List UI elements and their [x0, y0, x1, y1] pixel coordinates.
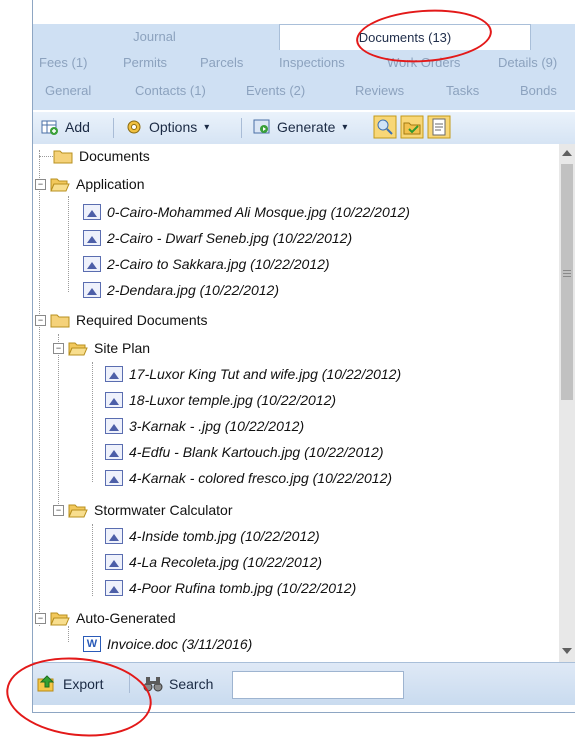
image-file-icon	[83, 204, 101, 220]
list-item[interactable]: 3-Karnak - .jpg (10/22/2012)	[105, 414, 304, 438]
image-file-icon	[105, 554, 123, 570]
folder-check-icon	[400, 115, 424, 139]
tab-permits[interactable]: Permits	[123, 55, 167, 70]
open-folder-icon	[50, 178, 70, 191]
add-button[interactable]: Add	[41, 118, 90, 136]
list-item[interactable]: 18-Luxor temple.jpg (10/22/2012)	[105, 388, 336, 412]
folder-icon	[50, 314, 70, 327]
scroll-down-icon[interactable]	[562, 648, 572, 654]
toolbar: Add Options ▾ Generate ▾	[33, 112, 575, 145]
collapse-icon[interactable]: −	[35, 612, 46, 624]
generate-dropdown-icon: ▾	[342, 121, 348, 133]
grip-icon	[563, 270, 571, 271]
tab-fees[interactable]: Fees (1)	[39, 55, 87, 70]
list-item[interactable]: 4-La Recoleta.jpg (10/22/2012)	[105, 550, 322, 574]
options-button-label: Options	[149, 119, 198, 135]
list-item[interactable]: 4-Poor Rufina tomb.jpg (10/22/2012)	[105, 576, 356, 600]
collapse-icon[interactable]: −	[53, 504, 64, 516]
tab-row-1: Fees (1) Permits Parcels Inspections Wor…	[33, 52, 575, 74]
scrollbar-thumb[interactable]	[561, 164, 573, 400]
tab-events[interactable]: Events (2)	[246, 83, 305, 98]
tab-details[interactable]: Details (9)	[498, 55, 557, 70]
tab-inspections[interactable]: Inspections	[279, 55, 345, 70]
tree-node-site-plan[interactable]: − Site Plan	[53, 336, 150, 360]
tree-connector	[39, 150, 40, 626]
list-item[interactable]: W Invoice.doc (3/11/2016)	[83, 632, 252, 656]
generate-button-label: Generate	[277, 119, 336, 135]
tree-connector	[92, 524, 93, 596]
image-file-icon	[105, 580, 123, 596]
tab-parcels[interactable]: Parcels	[200, 55, 243, 70]
list-item[interactable]: 4-Edfu - Blank Kartouch.jpg (10/22/2012)	[105, 440, 384, 464]
list-item[interactable]: 0-Cairo-Mohammed Ali Mosque.jpg (10/22/2…	[83, 200, 410, 224]
tab-journal[interactable]: Journal	[33, 24, 276, 48]
open-folder-icon	[68, 504, 88, 517]
tree-node-application[interactable]: − Application	[35, 172, 145, 196]
gear-icon	[127, 120, 141, 134]
document-tree: Documents − Application 0-Cairo-Mohammed…	[33, 144, 559, 662]
image-file-icon	[83, 282, 101, 298]
toolbar-separator	[241, 118, 242, 138]
tab-reviews[interactable]: Reviews	[355, 83, 404, 98]
image-file-icon	[105, 528, 123, 544]
tab-contacts[interactable]: Contacts (1)	[135, 83, 206, 98]
toolbar-separator	[113, 118, 114, 138]
tree-connector	[68, 196, 69, 292]
image-file-icon	[105, 470, 123, 486]
tree-connector	[39, 156, 53, 157]
tab-row-2: General Contacts (1) Events (2) Reviews …	[33, 80, 575, 102]
tab-strip: Journal Documents (13) Fees (1) Permits …	[33, 24, 575, 110]
tab-general[interactable]: General	[45, 83, 91, 98]
list-item[interactable]: 17-Luxor King Tut and wife.jpg (10/22/20…	[105, 362, 401, 386]
tree-node-stormwater-calculator[interactable]: − Stormwater Calculator	[53, 498, 233, 522]
collapse-icon[interactable]: −	[53, 342, 64, 354]
add-document-icon	[41, 120, 58, 135]
folder-icon	[53, 150, 73, 163]
search-button[interactable]: Search	[143, 675, 213, 693]
document-icon	[427, 115, 451, 139]
tab-bonds[interactable]: Bonds	[520, 83, 557, 98]
generate-icon	[253, 119, 270, 134]
scan-icon	[373, 115, 397, 139]
image-file-icon	[83, 230, 101, 246]
tree-node-documents[interactable]: Documents	[53, 144, 150, 168]
collapse-icon[interactable]: −	[35, 178, 46, 190]
image-file-icon	[83, 256, 101, 272]
tree-node-required-documents[interactable]: − Required Documents	[35, 308, 208, 332]
image-file-icon	[105, 392, 123, 408]
image-file-icon	[105, 366, 123, 382]
scan-button[interactable]	[373, 115, 397, 139]
list-item[interactable]: 2-Cairo to Sakkara.jpg (10/22/2012)	[83, 252, 330, 276]
list-item[interactable]: 4-Inside tomb.jpg (10/22/2012)	[105, 524, 320, 548]
image-file-icon	[105, 418, 123, 434]
search-button-label: Search	[169, 676, 214, 692]
generate-button[interactable]: Generate ▾	[253, 118, 347, 136]
add-button-label: Add	[65, 119, 90, 135]
tree-scrollbar[interactable]	[559, 144, 575, 662]
document-view-button[interactable]	[427, 115, 451, 139]
open-folder-icon	[50, 612, 70, 625]
scroll-up-icon[interactable]	[562, 150, 572, 156]
check-folder-button[interactable]	[400, 115, 424, 139]
search-input[interactable]	[232, 671, 404, 699]
list-item[interactable]: 2-Cairo - Dwarf Seneb.jpg (10/22/2012)	[83, 226, 352, 250]
open-folder-icon	[68, 342, 88, 355]
image-file-icon	[105, 444, 123, 460]
collapse-icon[interactable]: −	[35, 314, 46, 326]
tab-tasks[interactable]: Tasks	[446, 83, 479, 98]
list-item[interactable]: 4-Karnak - colored fresco.jpg (10/22/201…	[105, 466, 392, 490]
tree-node-auto-generated[interactable]: − Auto-Generated	[35, 606, 176, 630]
list-item[interactable]: 2-Dendara.jpg (10/22/2012)	[83, 278, 279, 302]
tree-connector	[92, 362, 93, 482]
grip-icon	[563, 276, 571, 277]
grip-icon	[563, 273, 571, 274]
word-document-icon: W	[83, 636, 101, 652]
options-dropdown-icon: ▾	[204, 121, 210, 133]
options-button[interactable]: Options ▾	[125, 118, 209, 136]
